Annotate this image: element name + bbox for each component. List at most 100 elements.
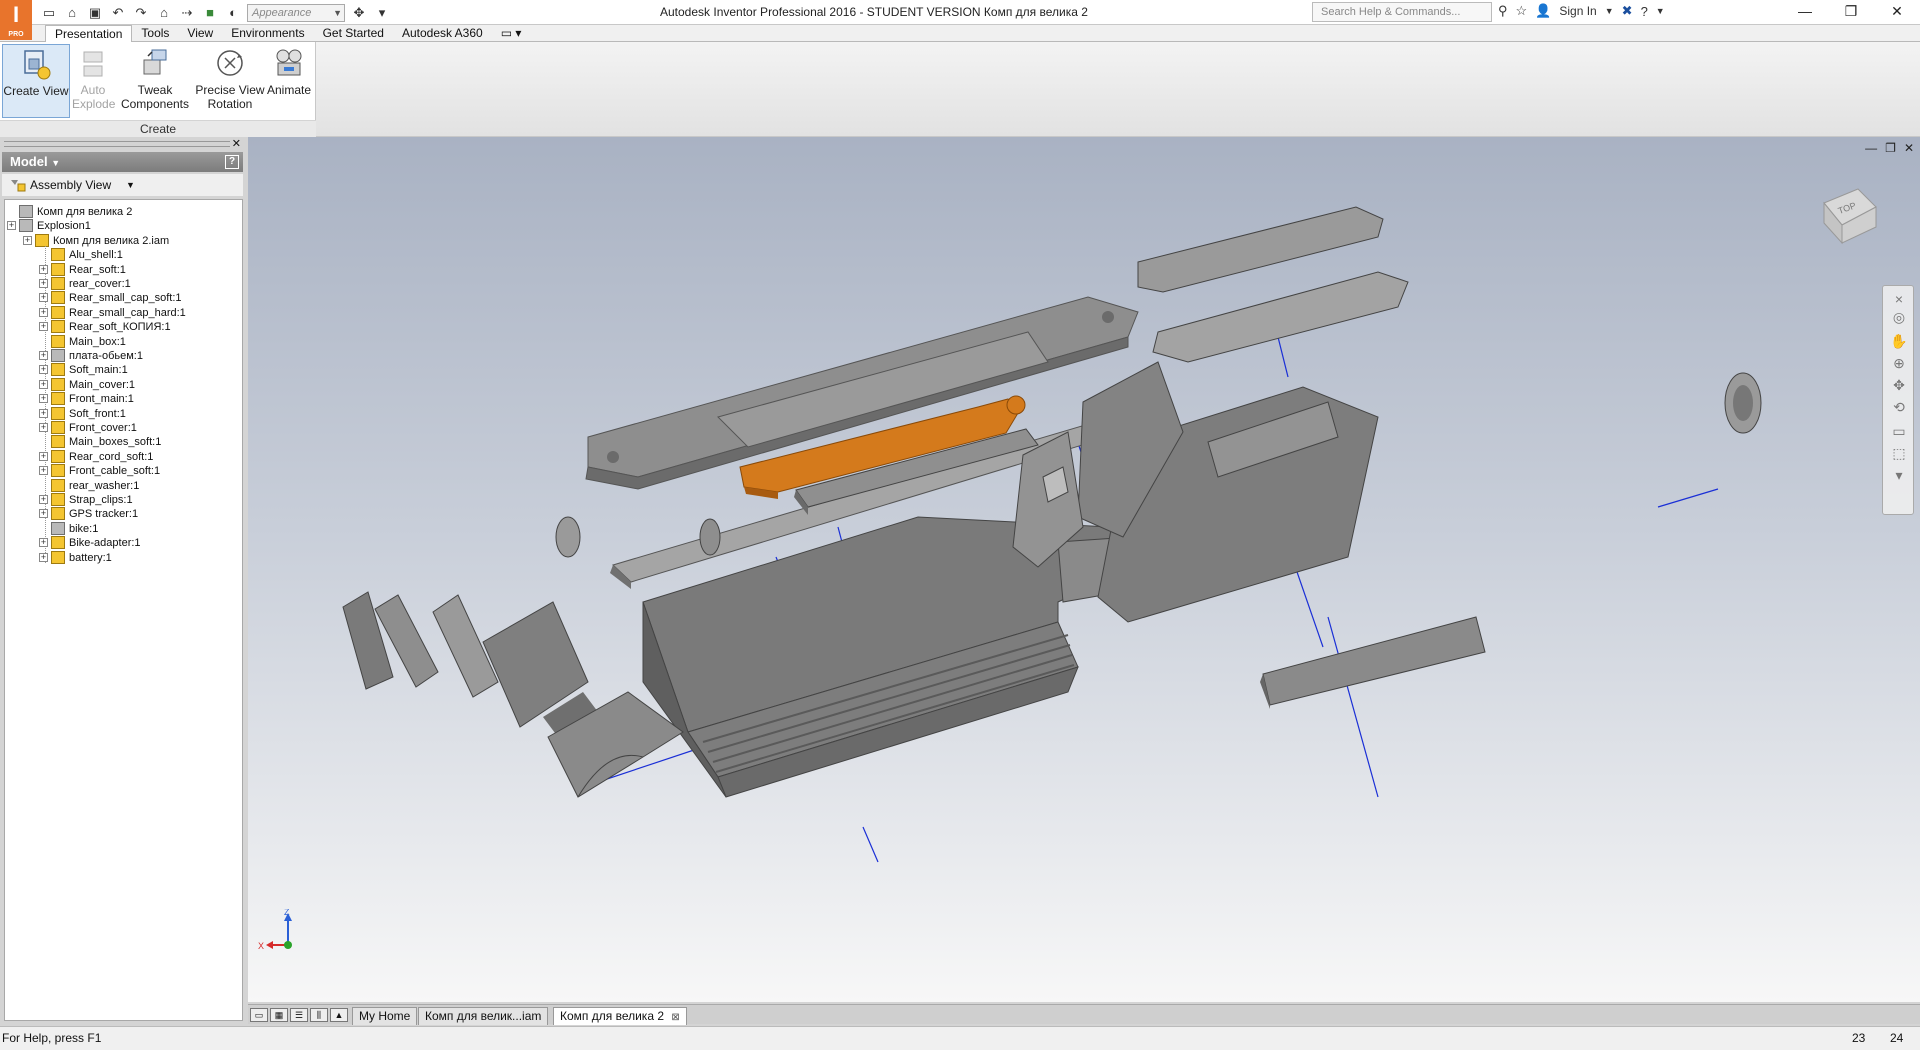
strap-clips-part[interactable]: [1260, 616, 1486, 709]
help-icon[interactable]: ?: [1641, 4, 1648, 19]
document-tab-bar: ▭ ▦ ☰ ⫼ ▲ My Home Комп для велик...iam К…: [248, 1004, 1920, 1025]
expand-toggle-icon[interactable]: +: [39, 423, 48, 432]
expand-toggle-icon[interactable]: +: [39, 408, 48, 418]
front-cover-plate-1[interactable]: [1137, 206, 1384, 293]
update-icon[interactable]: ■: [201, 4, 219, 22]
expand-toggle-icon[interactable]: +: [39, 307, 48, 317]
tab-view[interactable]: View: [178, 25, 222, 42]
view-mode-value: Assembly View: [30, 178, 112, 192]
part-icon: [51, 435, 65, 449]
animate-button[interactable]: Animate: [264, 44, 314, 118]
tile-icon[interactable]: ▦: [270, 1008, 288, 1022]
doc-tab-iam[interactable]: Комп для велик...iam: [418, 1007, 549, 1025]
graphics-window[interactable]: — ❐ ✕ TOP × ◎ ✋ ⊕ ✥ ⟲ ▭ ⬚ ▾ Z X: [248, 137, 1920, 1002]
rear-washer-part[interactable]: [699, 518, 721, 556]
sign-in-link[interactable]: Sign In: [1559, 4, 1596, 18]
appearance-dropdown[interactable]: Appearance ▼: [247, 3, 345, 22]
tab-presentation[interactable]: Presentation: [45, 25, 133, 43]
precise-view-label-1: Precise View: [195, 83, 265, 97]
expand-toggle-icon[interactable]: +: [39, 322, 48, 332]
close-icon[interactable]: ×: [1890, 290, 1908, 308]
part-icon: [51, 550, 65, 564]
expand-toggle-icon[interactable]: +: [23, 235, 32, 245]
expand-toggle-icon[interactable]: +: [7, 221, 16, 231]
tab-tools[interactable]: Tools: [132, 25, 178, 42]
home-icon[interactable]: ⌂: [155, 4, 173, 22]
restore-icon[interactable]: ❐: [1828, 0, 1874, 24]
star-icon[interactable]: ☆: [1516, 3, 1528, 19]
exchange-icon[interactable]: ✖: [1622, 3, 1633, 19]
look-at-icon[interactable]: ▭: [1890, 422, 1908, 440]
browser-header[interactable]: Model ▼ ?: [2, 152, 243, 172]
part-icon: [51, 449, 65, 463]
expand-toggle-icon[interactable]: +: [39, 379, 48, 389]
adjust-icon[interactable]: ✥: [350, 4, 368, 22]
save-icon[interactable]: ▣: [86, 4, 104, 22]
exploded-assembly-model[interactable]: [248, 137, 1920, 1002]
minimize-icon[interactable]: —: [1782, 0, 1828, 24]
expand-toggle-icon[interactable]: +: [39, 279, 48, 288]
new-icon[interactable]: ▭: [40, 4, 58, 22]
browser-grip[interactable]: [4, 141, 230, 147]
pan-icon[interactable]: ✋: [1890, 332, 1908, 350]
doc-tab-active[interactable]: Комп для велика 2 ⊠: [553, 1007, 687, 1025]
auto-explode-button[interactable]: Auto Explode: [72, 44, 116, 118]
quick-access-toolbar: ▭ ⌂ ▣ ↶ ↷ ⌂ ⇢ ■ ◐ Appearance ▼ ✥ ▾: [40, 3, 391, 22]
cascade-icon[interactable]: ▭: [250, 1008, 268, 1022]
tree-node-part[interactable]: + battery:1: [39, 549, 235, 567]
open-docs-count: 24: [1890, 1031, 1904, 1045]
tweak-components-button[interactable]: Tweak Components: [118, 44, 192, 118]
user-icon[interactable]: 👤: [1535, 3, 1551, 19]
arrange-icon[interactable]: ▲: [330, 1008, 348, 1022]
expand-toggle-icon[interactable]: +: [39, 351, 48, 360]
customize-navbar-icon[interactable]: ▾: [1890, 466, 1908, 484]
tab-environments[interactable]: Environments: [222, 25, 313, 42]
tab-get-started[interactable]: Get Started: [314, 25, 393, 42]
auto-explode-label-2: Explode: [72, 97, 116, 111]
full-navigation-icon[interactable]: ⟲: [1890, 398, 1908, 416]
expand-toggle-icon[interactable]: +: [39, 365, 48, 375]
material-icon[interactable]: ◐: [224, 4, 242, 22]
close-icon[interactable]: ⊠: [671, 1012, 679, 1023]
chevron-down-icon[interactable]: ▼: [1605, 6, 1614, 16]
expand-toggle-icon[interactable]: +: [39, 552, 48, 562]
select-icon[interactable]: ⇢: [178, 4, 196, 22]
close-icon[interactable]: ✕: [1874, 0, 1920, 24]
front-main-part[interactable]: [1077, 361, 1379, 623]
expand-toggle-icon[interactable]: +: [39, 538, 48, 548]
doc-tab-my-home[interactable]: My Home: [352, 1007, 418, 1025]
binoculars-icon[interactable]: ⚲: [1498, 3, 1508, 19]
expand-toggle-icon[interactable]: +: [39, 264, 48, 274]
view-face-icon[interactable]: ⬚: [1890, 444, 1908, 462]
auto-explode-icon: [83, 51, 103, 77]
expand-toggle-icon[interactable]: +: [39, 466, 48, 476]
help-search-input[interactable]: Search Help & Commands...: [1312, 2, 1492, 22]
steering-wheel-icon[interactable]: ◎: [1890, 308, 1908, 326]
expand-toggle-icon[interactable]: +: [39, 394, 48, 404]
viewcube[interactable]: TOP: [1818, 185, 1880, 247]
zoom-icon[interactable]: ⊕: [1890, 354, 1908, 372]
chevron-down-icon[interactable]: ▼: [1656, 6, 1665, 16]
expand-toggle-icon[interactable]: +: [39, 509, 48, 519]
expand-toggle-icon[interactable]: +: [39, 293, 48, 303]
ribbon-options-icon[interactable]: ▭ ▾: [492, 25, 531, 42]
orbit-icon[interactable]: ✥: [1890, 376, 1908, 394]
precise-view-rotation-button[interactable]: Precise View Rotation: [194, 44, 266, 118]
open-icon[interactable]: ⌂: [63, 4, 81, 22]
animate-label: Animate: [266, 83, 312, 97]
expand-toggle-icon[interactable]: +: [39, 451, 48, 461]
tab-autodesk-a360[interactable]: Autodesk A360: [393, 25, 492, 42]
help-icon[interactable]: ?: [225, 155, 239, 169]
rear-cover-part[interactable]: [482, 601, 598, 737]
undo-icon[interactable]: ↶: [109, 4, 127, 22]
tile-horizontal-icon[interactable]: ☰: [290, 1008, 308, 1022]
redo-icon[interactable]: ↷: [132, 4, 150, 22]
title-bar: I PRO ▭ ⌂ ▣ ↶ ↷ ⌂ ⇢ ■ ◐ Appearance ▼ ✥ ▾…: [0, 0, 1920, 40]
application-menu-button[interactable]: I PRO: [0, 0, 32, 40]
customize-qat-icon[interactable]: ▾: [373, 4, 391, 22]
tile-vertical-icon[interactable]: ⫼: [310, 1008, 328, 1022]
close-icon[interactable]: ✕: [232, 137, 241, 150]
create-view-button[interactable]: Create View: [2, 44, 70, 118]
view-mode-select[interactable]: Assembly View ▼: [2, 174, 243, 196]
expand-toggle-icon[interactable]: +: [39, 495, 48, 504]
